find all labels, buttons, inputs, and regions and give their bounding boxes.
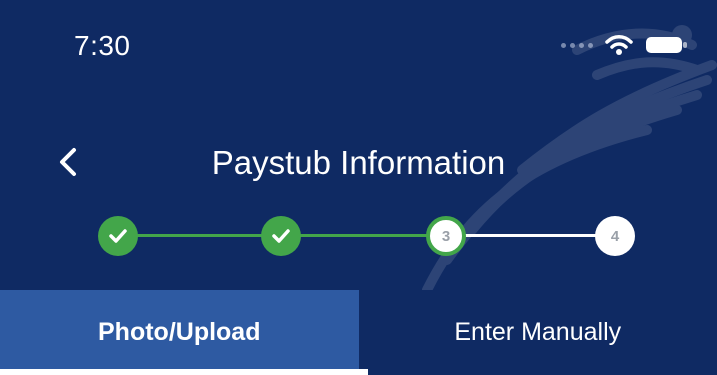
check-icon bbox=[272, 229, 290, 243]
app-screen: 7:30 Paystub Information 3 4 Photo/Uploa… bbox=[0, 0, 717, 375]
step-4-upcoming: 4 bbox=[595, 216, 635, 256]
tab-enter-manually[interactable]: Enter Manually bbox=[358, 290, 717, 375]
tab-bar: Photo/Upload Enter Manually bbox=[0, 290, 717, 375]
step-2-completed bbox=[261, 216, 301, 256]
step-connector-2 bbox=[280, 234, 445, 237]
check-icon bbox=[109, 229, 127, 243]
nav-header: Paystub Information bbox=[0, 130, 717, 190]
step-1-completed bbox=[98, 216, 138, 256]
status-icons bbox=[561, 34, 689, 56]
step-connector-3 bbox=[445, 234, 615, 237]
status-time: 7:30 bbox=[74, 30, 131, 61]
status-bar: 7:30 bbox=[0, 0, 717, 90]
tab-photo-upload[interactable]: Photo/Upload bbox=[0, 290, 359, 375]
progress-stepper: 3 4 bbox=[95, 214, 645, 258]
cellular-signal-icon bbox=[561, 42, 593, 48]
wifi-icon bbox=[605, 35, 633, 55]
step-3-current: 3 bbox=[426, 216, 466, 256]
active-tab-indicator bbox=[0, 369, 368, 375]
page-title: Paystub Information bbox=[211, 144, 506, 181]
battery-icon bbox=[646, 37, 687, 53]
